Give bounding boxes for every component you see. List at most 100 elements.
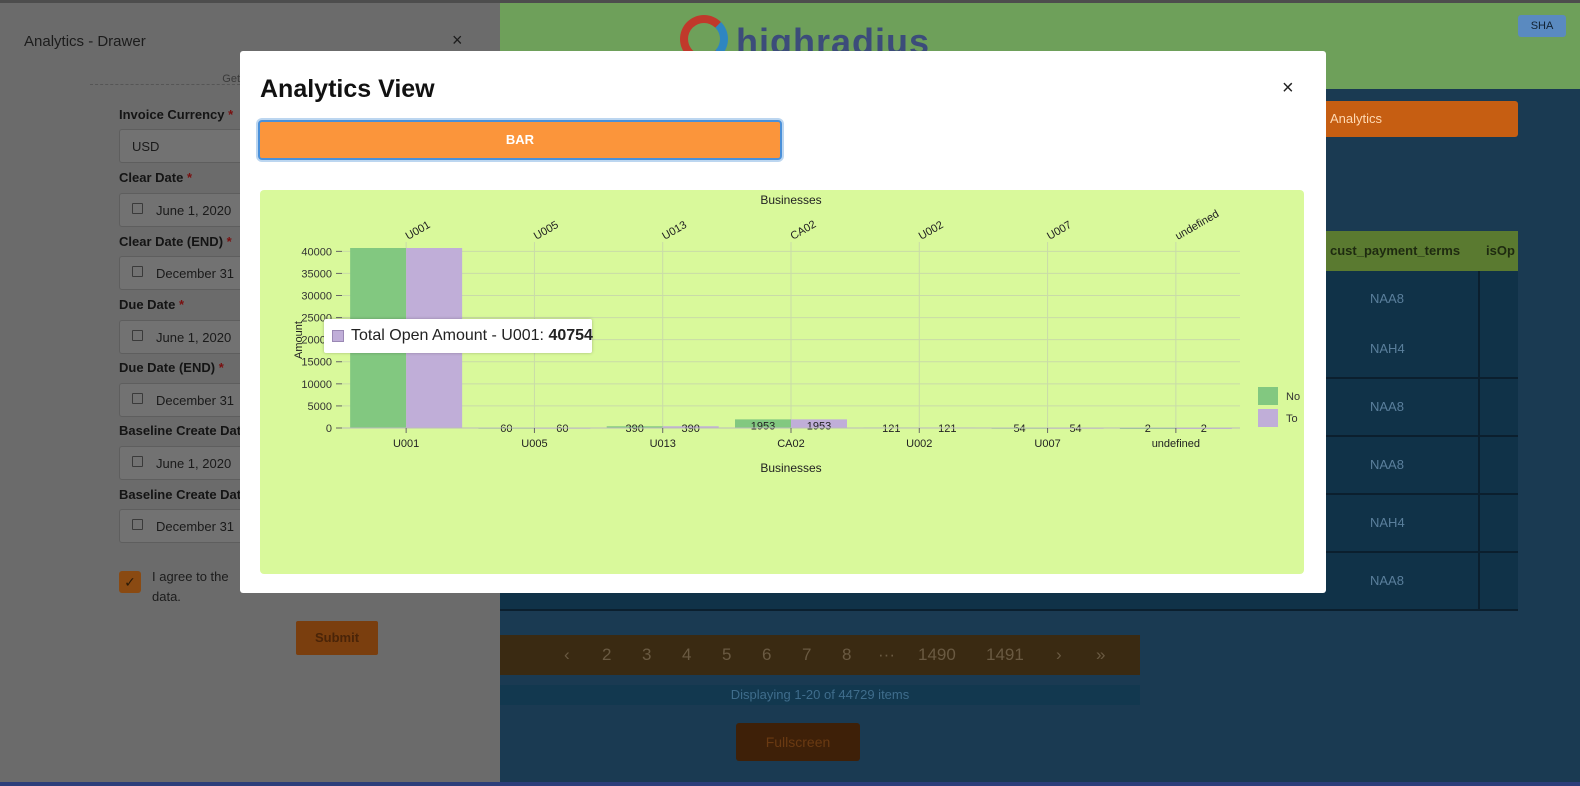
field-value: June 1, 2020 (156, 203, 232, 218)
page-button[interactable]: 1490 (918, 645, 956, 665)
tooltip-swatch (332, 330, 344, 342)
data-label: 54 (1013, 423, 1025, 435)
submit-button[interactable]: Submit (296, 621, 378, 655)
y-tick-label: 30000 (301, 290, 332, 302)
page-button[interactable]: 5 (722, 645, 731, 665)
chart-title: Businesses (760, 193, 821, 207)
field-label: Invoice Currency * (119, 107, 234, 122)
page-button[interactable]: 8 (842, 645, 851, 665)
legend-label: No (1286, 391, 1300, 403)
page-ellipsis: ··· (878, 645, 895, 664)
x-top-tick-label: CA02 (789, 218, 819, 242)
close-icon[interactable]: × (1282, 77, 1294, 100)
x-tick-label: U013 (650, 438, 676, 450)
x-axis-title: Businesses (760, 461, 821, 475)
agree-label: I agree to the data. (152, 569, 229, 604)
table-cell: NAH4 (1370, 515, 1405, 530)
user-badge[interactable]: SHA (1518, 15, 1566, 37)
x-tick-label: CA02 (777, 438, 805, 450)
drawer-subtitle: Get (90, 73, 240, 85)
y-axis-title: Amount (293, 321, 305, 359)
tooltip-text: Total Open Amount - U001: 40754 (351, 327, 593, 344)
data-label: 60 (500, 423, 512, 435)
calendar-icon (132, 266, 143, 277)
baseline-create-date-end-input[interactable]: December 31 (119, 509, 249, 543)
column-header[interactable]: cust_payment_terms (1330, 243, 1460, 258)
modal-title: Analytics View (260, 75, 435, 103)
analytics-modal: Analytics View × BAR 0 5000 10000 15000 2000… (240, 51, 1326, 593)
y-tick-label: 35000 (301, 268, 332, 280)
data-label: 1953 (807, 420, 831, 432)
legend-swatch (1258, 387, 1278, 405)
field-value: USD (132, 139, 160, 154)
data-label: 390 (682, 423, 700, 435)
analytics-button[interactable]: Analytics (1322, 101, 1518, 137)
y-tick-label: 0 (326, 423, 332, 435)
page-button[interactable]: 2 (602, 645, 611, 665)
prev-page-button[interactable]: ‹ (564, 645, 570, 665)
x-top-tick-label: U001 (404, 219, 433, 243)
column-header[interactable]: isOp (1486, 243, 1515, 258)
last-page-button[interactable]: » (1096, 645, 1105, 665)
calendar-icon (132, 393, 143, 404)
table-cell: NAA8 (1370, 457, 1404, 472)
clear-date-input[interactable]: June 1, 2020 (119, 193, 249, 227)
field-label: Baseline Create Dat (119, 487, 242, 502)
data-label: 2 (1145, 423, 1151, 435)
table-cell: NAA8 (1370, 573, 1404, 588)
x-top-tick-label: undefined (1173, 208, 1221, 243)
page-button[interactable]: 7 (802, 645, 811, 665)
due-date-input[interactable]: June 1, 2020 (119, 320, 249, 354)
x-tick-label: U005 (521, 438, 547, 450)
x-tick-label: U001 (393, 438, 419, 450)
chart-area: 0 5000 10000 15000 20000 25000 30000 35000 40000… (260, 190, 1304, 574)
drawer-close-icon[interactable]: × (452, 30, 463, 51)
x-top-tick-label: U005 (532, 219, 561, 243)
data-label: 54 (1069, 423, 1081, 435)
bar-chart: 0500010000150002000025000300003500040000… (293, 193, 1300, 475)
x-top-tick-label: U002 (917, 219, 946, 243)
field-value: December 31 (156, 266, 235, 281)
due-date-end-input[interactable]: December 31 (119, 383, 249, 417)
y-tick-label: 40000 (301, 246, 332, 258)
x-top-tick-label: U013 (660, 219, 689, 243)
data-label: 1953 (751, 420, 775, 432)
field-value: June 1, 2020 (156, 330, 232, 345)
calendar-icon (132, 330, 143, 341)
fullscreen-button[interactable]: Fullscreen (736, 723, 860, 761)
baseline-create-date-input[interactable]: June 1, 2020 (119, 446, 249, 480)
data-label: 2 (1201, 423, 1207, 435)
field-label: Due Date (END) * (119, 360, 224, 375)
field-label: Clear Date (END) * (119, 234, 232, 249)
field-value: June 1, 2020 (156, 456, 232, 471)
field-label: Baseline Create Dat (119, 423, 242, 438)
data-label: 390 (626, 423, 644, 435)
page-button[interactable]: 3 (642, 645, 651, 665)
field-label: Due Date * (119, 297, 185, 312)
page-button[interactable]: 4 (682, 645, 691, 665)
field-value: December 31 (156, 519, 235, 534)
calendar-icon (132, 519, 143, 530)
table-cell: NAH4 (1370, 341, 1405, 356)
y-tick-label: 10000 (301, 379, 332, 391)
field-value: December 31 (156, 393, 235, 408)
table-cell: NAA8 (1370, 399, 1404, 414)
calendar-icon (132, 456, 143, 467)
page-button[interactable]: 1491 (986, 645, 1024, 665)
x-tick-label: U002 (906, 438, 932, 450)
pagination: ‹ 2 3 4 5 6 7 8 ··· 1490 1491 › » (500, 635, 1140, 675)
chart-tooltip: Total Open Amount - U001: 40754 (324, 319, 593, 353)
bar-chart-button[interactable]: BAR (258, 120, 782, 160)
invoice-currency-select[interactable]: USD (119, 129, 249, 163)
y-tick-label: 5000 (308, 401, 332, 413)
clear-date-end-input[interactable]: December 31 (119, 256, 249, 290)
data-label: 121 (882, 423, 900, 435)
next-page-button[interactable]: › (1056, 645, 1062, 665)
page-button[interactable]: 6 (762, 645, 771, 665)
agree-checkbox[interactable]: ✓ (119, 571, 141, 593)
legend-swatch (1258, 409, 1278, 427)
data-label: 121 (938, 423, 956, 435)
x-top-tick-label: U007 (1045, 219, 1074, 243)
legend-label: To (1286, 413, 1298, 425)
x-tick-label: U007 (1034, 438, 1060, 450)
